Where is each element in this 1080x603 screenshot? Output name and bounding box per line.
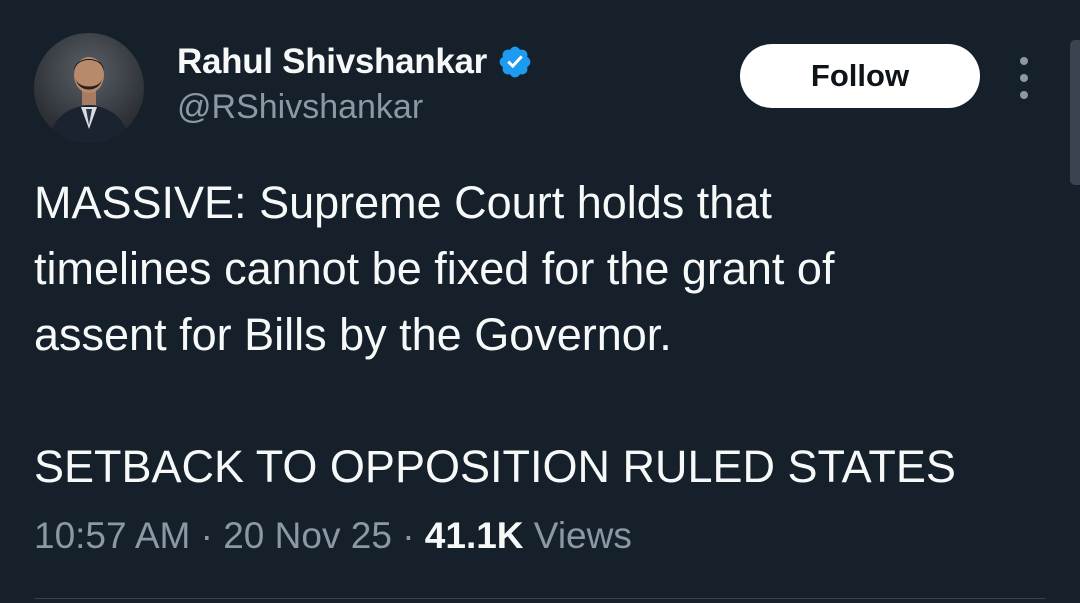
views-count: 41.1K bbox=[424, 515, 524, 556]
tweet-line: MASSIVE: Supreme Court holds that bbox=[34, 177, 772, 228]
verified-badge-icon bbox=[497, 44, 533, 80]
tweet-date[interactable]: 20 Nov 25 bbox=[223, 515, 392, 556]
tweet-line-gap bbox=[34, 368, 1034, 434]
author-display-name[interactable]: Rahul Shivshankar bbox=[177, 42, 487, 82]
meta-separator: · bbox=[402, 515, 425, 556]
author-handle[interactable]: @RShivshankar bbox=[177, 88, 423, 127]
meta-separator: · bbox=[200, 515, 224, 556]
tweet-time[interactable]: 10:57 AM bbox=[34, 515, 190, 556]
avatar[interactable] bbox=[34, 33, 144, 143]
divider bbox=[34, 598, 1046, 599]
tweet-meta: 10:57 AM · 20 Nov 25 · 41.1K Views bbox=[34, 515, 632, 557]
more-dot bbox=[1020, 91, 1028, 99]
tweet-text: MASSIVE: Supreme Court holds that timeli… bbox=[34, 170, 1034, 500]
author-name-row[interactable]: Rahul Shivshankar bbox=[177, 40, 533, 84]
views-label: Views bbox=[523, 515, 632, 556]
follow-button[interactable]: Follow bbox=[740, 44, 980, 108]
tweet-container: Rahul Shivshankar @RShivshankar Follow M… bbox=[0, 0, 1080, 603]
tweet-line: assent for Bills by the Governor. bbox=[34, 309, 672, 360]
tweet-line: timelines cannot be fixed for the grant … bbox=[34, 243, 835, 294]
scrollbar[interactable] bbox=[1070, 40, 1080, 185]
more-dot bbox=[1020, 57, 1028, 65]
tweet-line: SETBACK TO OPPOSITION RULED STATES bbox=[34, 441, 956, 492]
avatar-image bbox=[34, 33, 144, 143]
more-dot bbox=[1020, 74, 1028, 82]
more-vertical-icon[interactable] bbox=[1008, 57, 1040, 99]
